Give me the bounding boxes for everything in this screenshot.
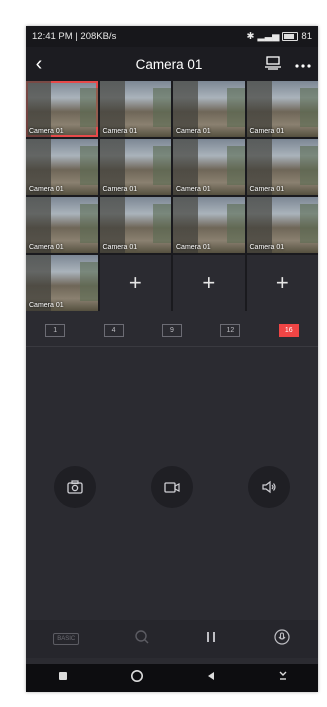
camera-tile[interactable]: Camera 01: [246, 139, 318, 195]
talk-icon[interactable]: [273, 628, 291, 651]
snapshot-icon: [67, 480, 83, 494]
layout-16-button[interactable]: 16: [278, 323, 299, 337]
camera-tile[interactable]: Camera 01: [246, 81, 318, 137]
camera-tile[interactable]: Camera 01: [26, 139, 98, 195]
layout-4-button[interactable]: 4: [103, 323, 124, 337]
camera-tile[interactable]: Camera 01: [246, 197, 318, 253]
camera-tile-label: Camera 01: [249, 128, 285, 135]
bluetooth-icon: ✱: [246, 31, 255, 42]
camera-tile-label: Camera 01: [29, 186, 64, 193]
camera-tile-label: Camera 01: [102, 128, 138, 135]
status-right: ✱ ▂▃▅ 81: [247, 31, 312, 42]
home-icon[interactable]: [130, 669, 144, 688]
layout-selector: 1 4 9 12 16: [26, 317, 318, 343]
search-icon[interactable]: [134, 629, 150, 650]
status-time-speed: 12:41 PM | 208KB/s: [32, 31, 117, 42]
app-bar: ‹ Camera 01: [26, 47, 318, 81]
camera-tile-label: Camera 01: [29, 302, 64, 309]
display-icon[interactable]: [258, 55, 288, 73]
camera-tile[interactable]: Camera 01: [99, 197, 171, 253]
add-camera-button[interactable]: +: [173, 255, 245, 311]
system-nav-bar: [26, 664, 318, 692]
camera-tile-label: Camera 01: [102, 244, 138, 251]
camera-tile[interactable]: Camera 01: [99, 81, 171, 137]
audio-icon: [262, 480, 276, 494]
camera-grid: Camera 01 Camera 01 Camera 01 Camera 01 …: [26, 81, 318, 311]
camera-tile[interactable]: Camera 01: [99, 139, 171, 195]
camera-tile[interactable]: Camera 01: [173, 81, 245, 137]
phone-screen: 12:41 PM | 208KB/s ✱ ▂▃▅ 81 ‹ Camera 01 …: [26, 26, 318, 692]
camera-tile[interactable]: Camera 01: [173, 139, 245, 195]
layout-12-button[interactable]: 12: [220, 323, 241, 337]
record-button[interactable]: [150, 466, 193, 508]
camera-tile-label: Camera 01: [29, 128, 64, 135]
camera-tile-label: Camera 01: [29, 244, 64, 251]
camera-tile[interactable]: Camera 01: [26, 81, 98, 137]
divider: [26, 346, 318, 347]
camera-tile-label: Camera 01: [102, 186, 138, 193]
status-bar: 12:41 PM | 208KB/s ✱ ▂▃▅ 81: [26, 26, 318, 47]
more-icon[interactable]: [288, 56, 318, 72]
battery-level: 81: [301, 31, 312, 42]
camera-tile-label: Camera 01: [176, 186, 211, 193]
bottom-toolbar: BASIC: [26, 620, 318, 658]
camera-tile[interactable]: Camera 01: [173, 197, 245, 253]
camera-tile-label: Camera 01: [249, 244, 285, 251]
signal-icon: ▂▃▅: [257, 31, 280, 42]
back-icon[interactable]: ‹: [26, 47, 52, 81]
add-camera-button[interactable]: +: [246, 255, 318, 311]
layout-1-button[interactable]: 1: [45, 323, 66, 337]
snapshot-button[interactable]: [53, 466, 96, 508]
add-camera-button[interactable]: +: [99, 255, 171, 311]
camera-tile-label: Camera 01: [249, 186, 285, 193]
playback-controls: [26, 465, 318, 509]
basic-button[interactable]: BASIC: [53, 633, 80, 645]
recent-apps-icon[interactable]: [57, 669, 69, 687]
camera-tile-label: Camera 01: [176, 244, 211, 251]
battery-icon: [282, 32, 299, 41]
back-nav-icon[interactable]: [205, 669, 217, 687]
camera-tile[interactable]: Camera 01: [26, 255, 98, 311]
camera-tile-label: Camera 01: [176, 128, 211, 135]
layout-9-button[interactable]: 9: [161, 323, 182, 337]
pause-icon[interactable]: [204, 630, 218, 649]
hide-nav-icon[interactable]: [278, 669, 288, 687]
page-title: Camera 01: [135, 56, 203, 72]
audio-button[interactable]: [248, 466, 291, 508]
record-icon: [164, 482, 180, 493]
camera-tile[interactable]: Camera 01: [26, 197, 98, 253]
